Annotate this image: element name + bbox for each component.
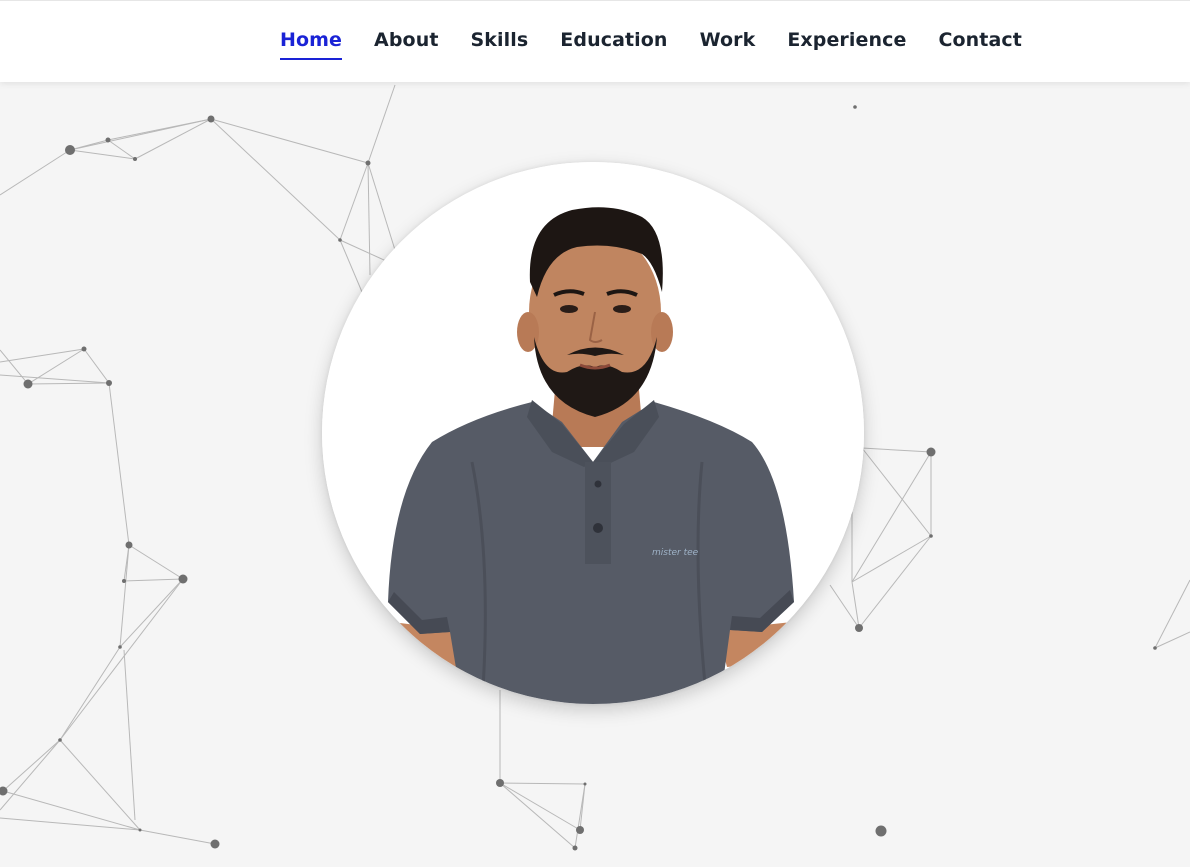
nav-item-contact[interactable]: Contact [938, 29, 1021, 60]
nav-item-about[interactable]: About [374, 29, 438, 60]
nav-item-education[interactable]: Education [560, 29, 667, 60]
nav-menu: Home About Skills Education Work Experie… [280, 29, 1022, 60]
nav-item-experience[interactable]: Experience [787, 29, 906, 60]
portrait-illustration: mister tee [322, 162, 864, 704]
nav-item-skills[interactable]: Skills [471, 29, 529, 60]
top-navbar: Home About Skills Education Work Experie… [0, 0, 1190, 82]
profile-photo: mister tee [322, 162, 864, 704]
nav-item-home[interactable]: Home [280, 29, 343, 60]
shirt-brand-text: mister tee [652, 548, 699, 558]
nav-item-work[interactable]: Work [700, 29, 756, 60]
